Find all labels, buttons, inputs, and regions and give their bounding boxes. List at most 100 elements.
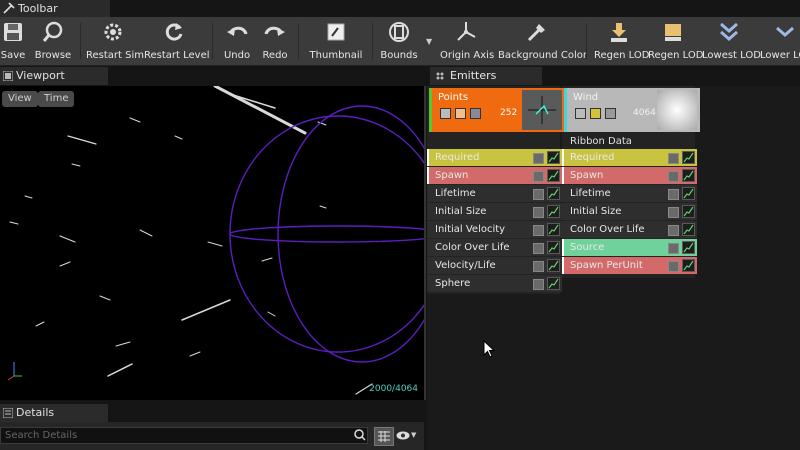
origin-axis-icon: [457, 22, 476, 41]
regen-lod-button-2[interactable]: Regen LOD: [648, 17, 704, 65]
module-enable-checkbox[interactable]: [533, 225, 544, 236]
curve-graph-icon[interactable]: [547, 187, 560, 200]
module-enable-checkbox[interactable]: [668, 171, 679, 182]
module-row[interactable]: Color Over Life: [427, 239, 562, 256]
module-row[interactable]: Sphere: [427, 275, 562, 292]
undo-button[interactable]: Undo: [220, 17, 254, 65]
mouse-cursor-icon: [483, 340, 495, 358]
module-row[interactable]: Spawn: [562, 167, 697, 184]
module-enable-checkbox[interactable]: [668, 261, 679, 272]
emitter-header-points[interactable]: Points 252: [429, 88, 565, 132]
particle-count: 2000/4064: [369, 384, 418, 394]
bounds-icon: [389, 22, 409, 42]
emitter-name-wind: Wind: [573, 92, 599, 103]
module-enable-checkbox[interactable]: [533, 261, 544, 272]
module-enable-checkbox[interactable]: [533, 243, 544, 254]
module-row[interactable]: Lifetime: [562, 185, 697, 202]
particle-scene: [7, 86, 424, 395]
emitters-icon: [436, 72, 444, 80]
bounds-button[interactable]: Bounds: [376, 17, 422, 65]
viewport[interactable]: View Time 2000/4064: [0, 86, 426, 400]
curve-graph-icon[interactable]: [682, 241, 695, 254]
module-row[interactable]: Spawn: [427, 167, 562, 184]
view-menu-button[interactable]: View: [2, 91, 38, 107]
undo-label: Undo: [223, 50, 251, 61]
viewport-tab[interactable]: Viewport: [0, 67, 108, 85]
emitters-tab[interactable]: Emitters: [430, 67, 542, 85]
search-details-input[interactable]: [0, 427, 368, 444]
module-enable-checkbox[interactable]: [668, 153, 679, 164]
details-tab[interactable]: Details: [0, 404, 108, 422]
curve-graph-icon[interactable]: [547, 205, 560, 218]
redo-icon: [264, 26, 285, 36]
regen-lod-label-2: Regen LOD: [648, 50, 704, 61]
module-row[interactable]: Initial Size: [427, 203, 562, 220]
emitter-render-mode-icon[interactable]: [605, 108, 616, 119]
curve-graph-icon[interactable]: [547, 223, 560, 236]
module-enable-checkbox[interactable]: [533, 207, 544, 218]
lowest-lod-button[interactable]: Lowest LOD: [702, 17, 761, 65]
curve-graph-icon[interactable]: [547, 277, 560, 290]
redo-label: Redo: [262, 50, 288, 61]
toolbar-tab[interactable]: Toolbar: [0, 0, 110, 18]
origin-axis-button[interactable]: Origin Axis: [440, 17, 494, 65]
module-row[interactable]: Color Over Life: [562, 221, 697, 238]
emitter-toggle-icon[interactable]: [575, 108, 586, 119]
module-enable-checkbox[interactable]: [533, 171, 544, 182]
lower-lod-button[interactable]: Lower LOD: [760, 17, 800, 65]
module-label: Sphere: [435, 278, 471, 289]
emitter-header-wind[interactable]: Wind 4064: [564, 88, 700, 132]
restart-level-button[interactable]: Restart Level: [144, 17, 210, 65]
thumbnail-button[interactable]: Thumbnail: [306, 17, 366, 65]
property-matrix-button[interactable]: [374, 427, 394, 446]
emitter-render-mode-icon[interactable]: [470, 108, 481, 119]
module-enable-checkbox[interactable]: [533, 279, 544, 290]
emitter-solo-icon[interactable]: [455, 108, 466, 119]
background-color-button[interactable]: Background Color: [498, 17, 587, 65]
module-row[interactable]: Velocity/Life: [427, 257, 562, 274]
module-enable-checkbox[interactable]: [668, 243, 679, 254]
lower-lod-label: Lower LOD: [760, 50, 800, 61]
module-row[interactable]: Required: [427, 149, 562, 166]
module-row[interactable]: Initial Size: [562, 203, 697, 220]
curve-graph-icon[interactable]: [547, 259, 560, 272]
eye-icon[interactable]: [396, 431, 410, 440]
module-row[interactable]: Initial Velocity: [427, 221, 562, 238]
browse-button[interactable]: Browse: [32, 17, 74, 65]
module-row[interactable]: Source: [562, 239, 697, 256]
module-label: Lifetime: [570, 188, 611, 199]
bounds-dropdown-arrow-icon[interactable]: ▼: [426, 37, 432, 46]
curve-graph-icon[interactable]: [682, 259, 695, 272]
curve-graph-icon[interactable]: [682, 205, 695, 218]
module-row[interactable]: Required: [562, 149, 697, 166]
module-enable-checkbox[interactable]: [533, 153, 544, 164]
curve-graph-icon[interactable]: [682, 187, 695, 200]
time-menu-button[interactable]: Time: [38, 91, 75, 107]
module-label: Spawn: [570, 170, 604, 181]
type-data-label: Ribbon Data: [570, 136, 632, 147]
emitters-panel[interactable]: Points 252 Wind 4064 Ribbon Data Require…: [427, 86, 800, 450]
module-enable-checkbox[interactable]: [533, 189, 544, 200]
curve-graph-icon[interactable]: [682, 223, 695, 236]
module-enable-checkbox[interactable]: [668, 225, 679, 236]
curve-graph-icon[interactable]: [547, 151, 560, 164]
module-enable-checkbox[interactable]: [668, 189, 679, 200]
redo-button[interactable]: Redo: [258, 17, 292, 65]
curve-graph-icon[interactable]: [547, 169, 560, 182]
visibility-dropdown-arrow-icon[interactable]: ▼: [411, 431, 416, 439]
emitter-toggle-icon[interactable]: [440, 108, 451, 119]
thumbnail-icon: [327, 23, 345, 41]
curve-graph-icon[interactable]: [682, 151, 695, 164]
module-label: Required: [435, 152, 480, 163]
regen-lod-button-1[interactable]: Regen LOD: [594, 17, 649, 65]
restart-sim-button[interactable]: Restart Sim: [86, 17, 144, 65]
curve-graph-icon[interactable]: [682, 169, 695, 182]
search-icon[interactable]: [354, 429, 366, 441]
save-button[interactable]: Save: [0, 17, 26, 65]
module-row[interactable]: Spawn PerUnit: [562, 257, 697, 274]
curve-graph-icon[interactable]: [547, 241, 560, 254]
emitter-solo-icon[interactable]: [590, 108, 601, 119]
module-enable-checkbox[interactable]: [668, 207, 679, 218]
undo-icon: [227, 26, 248, 36]
module-row[interactable]: Lifetime: [427, 185, 562, 202]
